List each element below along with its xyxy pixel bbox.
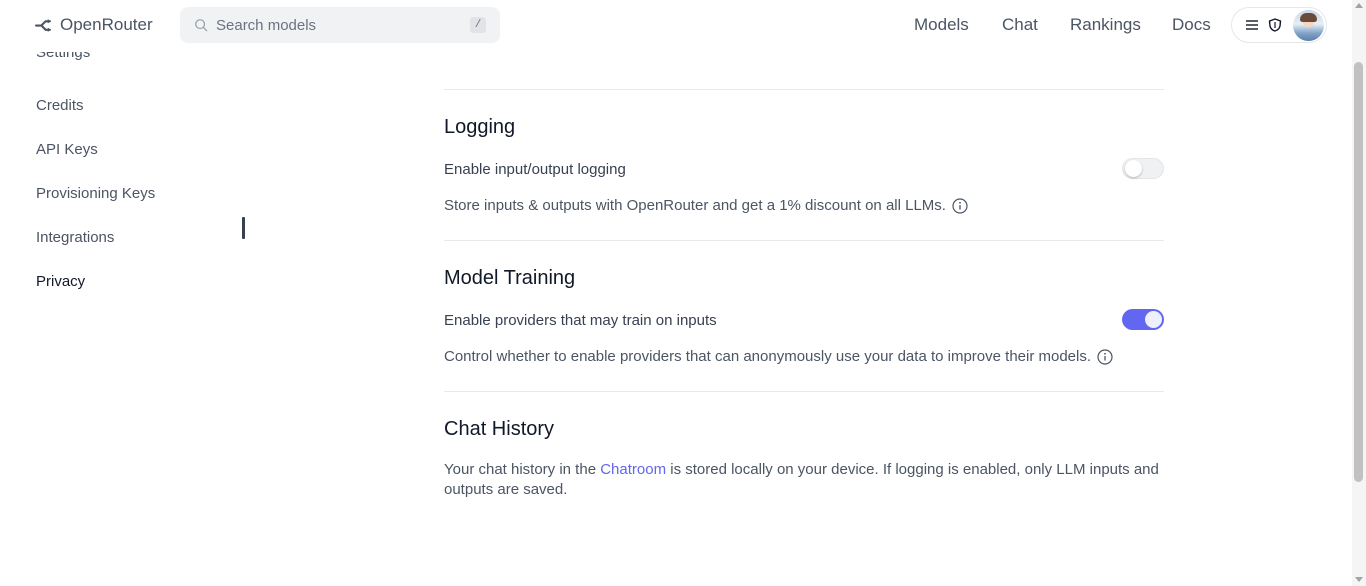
sidebar-item-provisioning-keys[interactable]: Provisioning Keys [36,185,155,202]
nav-docs[interactable]: Docs [1172,15,1211,35]
logging-description-text: Store inputs & outputs with OpenRouter a… [444,197,946,214]
scroll-up-icon[interactable] [1355,3,1363,8]
sidebar-item-credits[interactable]: Credits [36,97,84,114]
training-toggle-label: Enable providers that may train on input… [444,312,717,329]
chat-history-description: Your chat history in the Chatroom is sto… [444,461,1159,498]
chat-history-heading: Chat History [444,418,555,440]
menu-icon [1246,20,1258,30]
sidebar-item-privacy[interactable]: Privacy [36,273,85,290]
search-input[interactable] [216,16,470,34]
info-icon[interactable] [952,197,968,214]
sidebar-item-settings[interactable]: Settings [36,52,90,64]
brand-name: OpenRouter [60,15,153,34]
logging-heading: Logging [444,116,516,138]
logging-toggle-label: Enable input/output logging [444,161,626,178]
toggle-knob [1125,160,1142,177]
shield-icon [1268,18,1282,32]
page-scrollbar[interactable] [1352,0,1366,586]
user-menu-button[interactable] [1231,7,1327,43]
nav-rankings[interactable]: Rankings [1070,15,1141,35]
divider [444,89,1164,90]
scroll-down-icon[interactable] [1355,577,1363,582]
sidebar-item-api-keys[interactable]: API Keys [36,141,98,158]
scroll-thumb[interactable] [1354,62,1363,482]
search-shortcut-key: / [470,17,486,33]
search-icon [195,19,208,32]
sidebar-resize-handle[interactable] [242,217,245,239]
avatar[interactable] [1293,9,1324,41]
training-toggle[interactable] [1122,309,1164,330]
training-description: Control whether to enable providers that… [444,348,1113,365]
info-icon[interactable] [1097,348,1113,365]
divider [444,240,1164,241]
logging-toggle[interactable] [1122,158,1164,179]
model-training-heading: Model Training [444,267,576,289]
logging-description: Store inputs & outputs with OpenRouter a… [444,197,968,214]
sidebar-item-integrations[interactable]: Integrations [36,229,114,246]
brand-logo[interactable]: OpenRouter [35,15,153,35]
divider [444,391,1164,392]
toggle-knob [1145,311,1162,328]
logo-icon [35,18,51,32]
training-description-text: Control whether to enable providers that… [444,348,1092,365]
chatroom-link[interactable]: Chatroom [600,461,666,478]
nav-models[interactable]: Models [914,15,969,35]
top-header: OpenRouter / Models Chat Rankings Docs [0,0,1352,50]
search-box[interactable]: / [180,7,500,43]
nav-chat[interactable]: Chat [1002,15,1038,35]
